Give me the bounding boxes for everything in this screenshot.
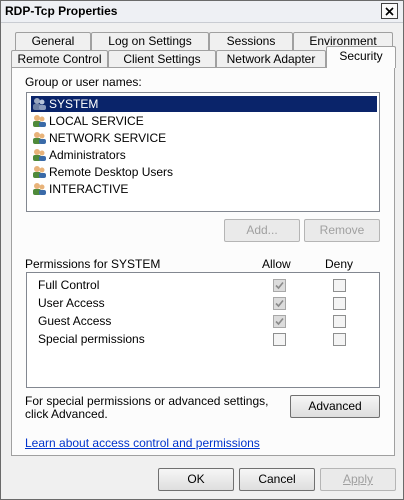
tab-label: Remote Control [17, 52, 102, 66]
permission-name: Special permissions [38, 332, 145, 346]
advanced-button[interactable]: Advanced [290, 395, 380, 418]
tab-sessions[interactable]: Sessions [209, 32, 293, 50]
user-group-icon [31, 147, 47, 163]
user-group-icon [31, 164, 47, 180]
close-button[interactable] [381, 3, 398, 19]
advanced-description: For special permissions or advanced sett… [25, 394, 269, 421]
apply-button[interactable]: Apply [320, 468, 396, 491]
list-item[interactable]: INTERACTIVE [31, 181, 377, 197]
window-title: RDP-Tcp Properties [5, 4, 118, 18]
tab-network-adapter[interactable]: Network Adapter [216, 50, 326, 68]
allow-header: Allow [262, 257, 291, 271]
user-list[interactable]: SYSTEM LOCAL SERVICE NETWORK SERVICE Adm… [26, 92, 380, 212]
add-button[interactable]: Add... [224, 219, 300, 242]
cancel-button[interactable]: Cancel [239, 468, 315, 491]
tab-log-on-settings[interactable]: Log on Settings [91, 32, 209, 50]
permission-row: Guest Access [27, 314, 379, 330]
tab-label: Client Settings [123, 52, 201, 66]
checkmark-icon [275, 317, 284, 326]
permission-name: Guest Access [38, 314, 112, 328]
permission-row: Special permissions [27, 332, 379, 348]
permissions-list: Full Control User Access Guest Access Sp… [26, 272, 380, 388]
tab-label: Security [339, 49, 383, 63]
deny-checkbox[interactable] [333, 279, 346, 292]
title-bar[interactable]: RDP-Tcp Properties [1, 1, 403, 23]
user-name: NETWORK SERVICE [49, 131, 167, 145]
tab-remote-control[interactable]: Remote Control [11, 50, 108, 68]
user-name: Remote Desktop Users [49, 165, 174, 179]
properties-window: RDP-Tcp Properties General Log on Settin… [0, 0, 404, 500]
deny-checkbox[interactable] [333, 333, 346, 346]
list-item[interactable]: LOCAL SERVICE [31, 113, 377, 129]
list-item[interactable]: NETWORK SERVICE [31, 130, 377, 146]
group-label: Group or user names: [25, 75, 142, 89]
permission-row: Full Control [27, 278, 379, 294]
deny-checkbox[interactable] [333, 297, 346, 310]
permission-row: User Access [27, 296, 379, 312]
tab-label: Log on Settings [108, 34, 192, 48]
tab-security[interactable]: Security [326, 46, 396, 68]
ok-button[interactable]: OK [158, 468, 234, 491]
tab-label: Network Adapter [226, 52, 316, 66]
permission-name: User Access [38, 296, 105, 310]
user-name: Administrators [49, 148, 126, 162]
tab-client-settings[interactable]: Client Settings [108, 50, 216, 68]
allow-checkbox[interactable] [273, 315, 286, 328]
user-name: INTERACTIVE [49, 182, 129, 196]
allow-checkbox[interactable] [273, 333, 286, 346]
user-group-icon [31, 113, 47, 129]
tab-label: Sessions [226, 34, 276, 48]
close-icon [385, 6, 394, 16]
tab-label: General [31, 34, 75, 48]
allow-checkbox[interactable] [273, 297, 286, 310]
apply-label: Apply [342, 472, 374, 486]
system-user-icon [31, 96, 47, 112]
tab-general[interactable]: General [15, 32, 91, 50]
deny-checkbox[interactable] [333, 315, 346, 328]
user-name: LOCAL SERVICE [49, 114, 144, 128]
allow-checkbox[interactable] [273, 279, 286, 292]
permissions-label: Permissions for SYSTEM [25, 257, 161, 271]
remove-button[interactable]: Remove [304, 219, 380, 242]
learn-more-link[interactable]: Learn about access control and permissio… [25, 436, 260, 450]
user-group-icon [31, 181, 47, 197]
permission-name: Full Control [38, 278, 100, 292]
checkmark-icon [275, 281, 284, 290]
list-item[interactable]: Administrators [31, 147, 377, 163]
deny-header: Deny [325, 257, 354, 271]
user-group-icon [31, 130, 47, 146]
list-item[interactable]: Remote Desktop Users [31, 164, 377, 180]
user-name: SYSTEM [49, 97, 99, 111]
list-item[interactable]: SYSTEM [31, 96, 377, 112]
security-panel: Group or user names: SYSTEM LOCAL SERVIC… [11, 67, 395, 456]
checkmark-icon [275, 299, 284, 308]
